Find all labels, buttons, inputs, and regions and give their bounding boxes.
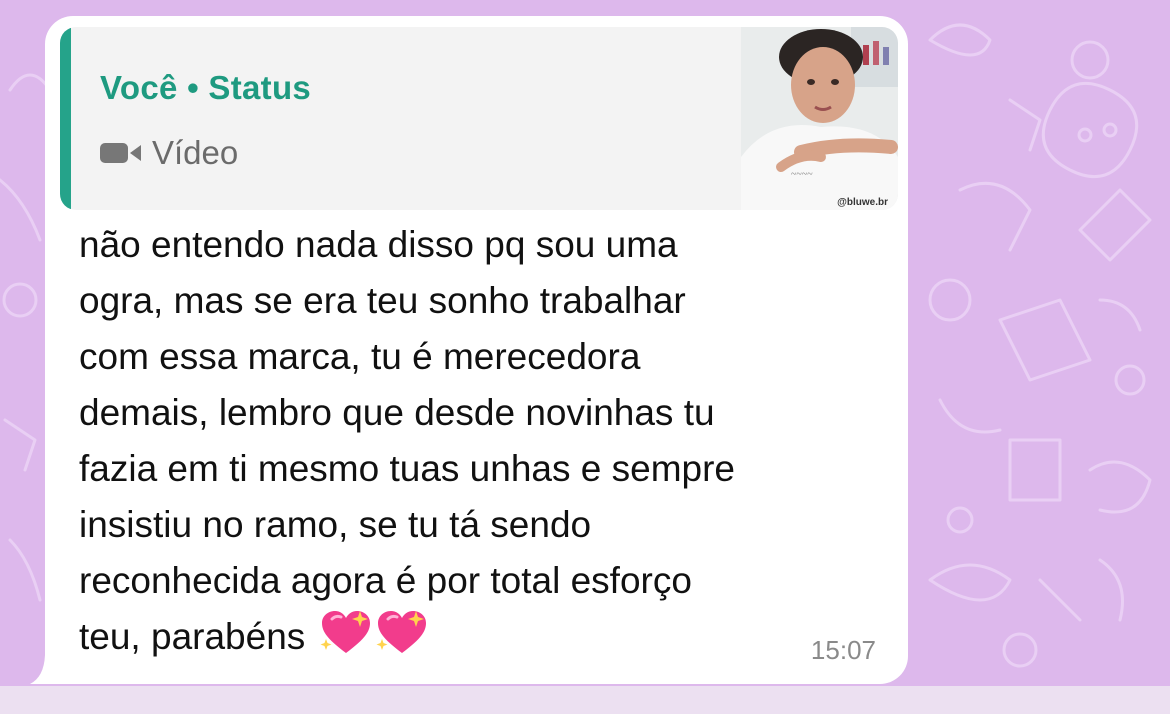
quoted-status-reply[interactable]: Você • Status Vídeo ~~~~ @bluwe.br: [60, 27, 898, 210]
message-timestamp: 15:07: [810, 635, 876, 665]
quote-title: Você • Status: [100, 69, 312, 106]
message-text: não entendo nada disso pq sou uma ogra, …: [79, 217, 879, 665]
quote-type: Vídeo: [100, 133, 238, 173]
svg-text:~~~~: ~~~~: [791, 169, 813, 180]
quote-type-label: Vídeo: [152, 134, 239, 171]
sparkling-heart-emoji: [320, 611, 370, 653]
bottom-bar: [0, 686, 1170, 714]
thumbnail-watermark: @bluwe.br: [837, 197, 888, 208]
message-bubble[interactable]: Você • Status Vídeo ~~~~ @bluwe.br não e…: [45, 16, 908, 684]
sparkling-heart-emoji: [376, 611, 426, 653]
status-thumbnail[interactable]: ~~~~ @bluwe.br: [741, 27, 898, 210]
message-body: não entendo nada disso pq sou uma ogra, …: [79, 224, 736, 657]
video-camera-icon: [100, 143, 141, 163]
quote-accent-bar: [60, 27, 71, 210]
thumbnail-image: ~~~~: [741, 27, 898, 210]
